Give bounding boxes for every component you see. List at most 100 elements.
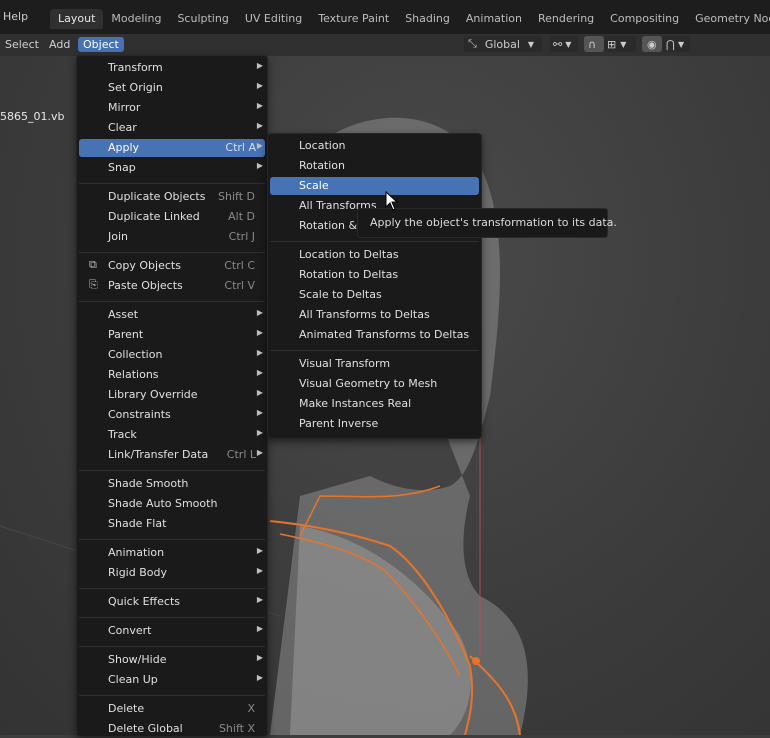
select-menu[interactable]: Select [0,37,44,52]
menu-separator [79,588,265,589]
menu-item-label: Rigid Body [108,566,167,579]
apply-menu-item-animated-transforms-to-deltas[interactable]: Animated Transforms to Deltas [270,326,479,344]
menu-item-label: Quick Effects [108,595,180,608]
menu-separator [79,252,265,253]
transform-orientation-dropdown[interactable]: ⤡ Global ▼ [464,36,542,52]
apply-menu-item-all-transforms-to-deltas[interactable]: All Transforms to Deltas [270,306,479,324]
workspace-bar: Help Layout Modeling Sculpting UV Editin… [0,0,770,34]
tab-layout[interactable]: Layout [50,9,104,29]
tab-shading[interactable]: Shading [397,9,458,29]
object-menu-item-paste-objects[interactable]: ⎘ Paste Objects Ctrl V [79,277,265,295]
menu-item-shortcut: Ctrl V [224,279,255,292]
object-menu-item-constraints[interactable]: Constraints ▶ [79,406,265,424]
object-menu-item-snap[interactable]: Snap ▶ [79,159,265,177]
tab-sculpting[interactable]: Sculpting [169,9,236,29]
object-menu-item-delete-global[interactable]: Delete Global Shift X [79,720,265,738]
add-menu[interactable]: Add [44,37,75,52]
object-menu-item-duplicate-linked[interactable]: Duplicate Linked Alt D [79,208,265,226]
apply-menu-item-visual-geometry-to-mesh[interactable]: Visual Geometry to Mesh [270,375,479,393]
object-menu-item-delete[interactable]: Delete X [79,700,265,718]
apply-menu-item-location-to-deltas[interactable]: Location to Deltas [270,246,479,264]
object-menu-item-relations[interactable]: Relations ▶ [79,366,265,384]
object-menu-item-join[interactable]: Join Ctrl J [79,228,265,246]
apply-menu-item-rotation[interactable]: Rotation [270,157,479,175]
submenu-arrow-icon: ▶ [256,121,263,130]
tab-geometry-nodes[interactable]: Geometry Nodes [687,9,770,29]
object-menu-item-collection[interactable]: Collection ▶ [79,346,265,364]
help-menu[interactable]: Help [3,10,28,23]
menu-separator [79,617,265,618]
object-menu-item-link-transfer-data[interactable]: Link/Transfer Data Ctrl L ▶ [79,446,265,464]
tab-compositing[interactable]: Compositing [602,9,687,29]
apply-menu-item-scale-to-deltas[interactable]: Scale to Deltas [270,286,479,304]
paste-icon: ⎘ [89,278,98,291]
menu-separator [79,646,265,647]
submenu-arrow-icon: ▶ [256,546,263,555]
tab-texture-paint[interactable]: Texture Paint [310,9,397,29]
object-menu-item-track[interactable]: Track ▶ [79,426,265,444]
orientation-value: Global [484,37,520,51]
submenu-arrow-icon: ▶ [256,81,263,90]
menu-item-shortcut: X [247,702,255,715]
chevron-down-icon: ▼ [620,39,627,49]
menu-item-label: Snap [108,161,136,174]
object-menu-item-parent[interactable]: Parent ▶ [79,326,265,344]
apply-menu-item-visual-transform[interactable]: Visual Transform [270,355,479,373]
object-menu-item-rigid-body[interactable]: Rigid Body ▶ [79,564,265,582]
menu-item-label: Visual Transform [299,357,391,370]
snap-toggle[interactable]: ∩ [584,36,604,52]
object-menu-item-clear[interactable]: Clear ▶ [79,119,265,137]
menu-item-label: Track [108,428,137,441]
chevron-down-icon: ▼ [527,39,535,49]
apply-menu-item-scale[interactable]: Scale [270,177,479,195]
proportional-icon: ◉ [647,37,657,51]
menu-item-label: Link/Transfer Data [108,448,209,461]
menu-item-label: Rotation to Deltas [299,268,399,281]
pivot-point-dropdown[interactable]: ⚯ ▼ [550,36,578,52]
tab-modeling[interactable]: Modeling [103,9,169,29]
apply-menu-item-parent-inverse[interactable]: Parent Inverse [270,415,479,433]
object-menu-item-shade-smooth[interactable]: Shade Smooth [79,475,265,493]
object-menu-item-convert[interactable]: Convert ▶ [79,622,265,640]
object-menu-item-shade-auto-smooth[interactable]: Shade Auto Smooth [79,495,265,513]
proportional-edit-toggle[interactable]: ◉ [642,36,662,52]
menu-separator [270,241,479,242]
mouse-cursor-icon [385,191,399,211]
apply-menu-item-rotation-to-deltas[interactable]: Rotation to Deltas [270,266,479,284]
object-menu-item-shade-flat[interactable]: Shade Flat [79,515,265,533]
object-menu-item-show-hide[interactable]: Show/Hide ▶ [79,651,265,669]
object-menu-item-library-override[interactable]: Library Override ▶ [79,386,265,404]
menu-item-label: Animation [108,546,165,559]
object-menu-item-asset[interactable]: Asset ▶ [79,306,265,324]
apply-menu-item-location[interactable]: Location [270,137,479,155]
object-menu-item-apply[interactable]: Apply Ctrl A ▶ [79,139,265,157]
apply-submenu: Location Rotation Scale All Transforms Rotat… [267,133,482,439]
object-menu[interactable]: Object [78,37,124,52]
menu-separator [79,539,265,540]
object-menu-item-copy-objects[interactable]: ⧉ Copy Objects Ctrl C [79,257,265,275]
object-menu-item-quick-effects[interactable]: Quick Effects ▶ [79,593,265,611]
menu-item-shortcut: Ctrl L [226,448,256,461]
object-menu-item-duplicate-objects[interactable]: Duplicate Objects Shift D [79,188,265,206]
object-menu-item-set-origin[interactable]: Set Origin ▶ [79,79,265,97]
snap-target-dropdown[interactable]: ⊞ ▼ [604,36,636,52]
submenu-arrow-icon: ▶ [256,348,263,357]
object-menu-item-mirror[interactable]: Mirror ▶ [79,99,265,117]
object-menu-item-clean-up[interactable]: Clean Up ▶ [79,671,265,689]
tab-uv-editing[interactable]: UV Editing [237,9,310,29]
tab-animation[interactable]: Animation [458,9,530,29]
menu-item-label: Clear [108,121,137,134]
submenu-arrow-icon: ▶ [256,141,263,150]
apply-menu-item-make-instances-real[interactable]: Make Instances Real [270,395,479,413]
menu-separator [79,695,265,696]
object-menu-item-animation[interactable]: Animation ▶ [79,544,265,562]
menu-item-label: Set Origin [108,81,163,94]
menu-item-label: Clean Up [108,673,158,686]
object-menu-item-transform[interactable]: Transform ▶ [79,59,265,77]
menu-separator [79,183,265,184]
tab-rendering[interactable]: Rendering [530,9,602,29]
menu-item-label: Mirror [108,101,141,114]
falloff-dropdown[interactable]: ⋂ ▼ [662,36,690,52]
submenu-arrow-icon: ▶ [256,328,263,337]
menu-item-label: Delete [108,702,145,715]
